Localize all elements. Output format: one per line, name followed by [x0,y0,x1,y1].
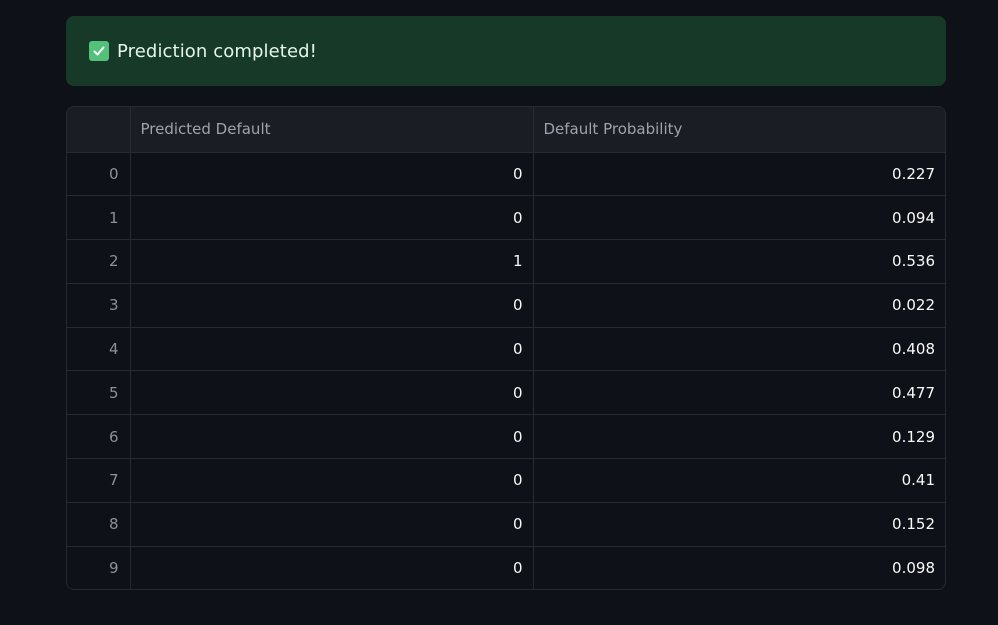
predicted-default-cell[interactable]: 0 [130,283,534,328]
table-row: 9 0 0.098 [67,546,945,589]
header-row: Predicted Default Default Probability [67,107,945,153]
row-index-cell[interactable]: 5 [67,370,131,416]
predicted-default-column-header[interactable]: Predicted Default [130,107,534,153]
predicted-default-cell[interactable]: 1 [130,239,534,284]
table-row: 4 0 0.408 [67,327,945,372]
table-row: 6 0 0.129 [67,414,945,460]
default-probability-cell[interactable]: 0.022 [533,283,945,328]
default-probability-column-header[interactable]: Default Probability [533,107,945,153]
default-probability-cell[interactable]: 0.536 [533,239,945,284]
table-row: 3 0 0.022 [67,283,945,328]
row-index-cell[interactable]: 0 [67,152,131,197]
data-grid: Predicted Default Default Probability 00… [67,107,945,589]
default-probability-cell[interactable]: 0.152 [533,502,945,547]
row-index-cell[interactable]: 7 [67,458,131,503]
predicted-default-cell[interactable]: 0 [130,502,534,547]
predicted-default-cell[interactable]: 0 [130,327,534,372]
table-row: 2 1 0.536 [67,239,945,284]
row-index-cell[interactable]: 6 [67,414,131,460]
row-index-cell[interactable]: 2 [67,239,131,284]
row-index-cell[interactable]: 1 [67,195,131,241]
default-probability-cell[interactable]: 0.41 [533,458,945,503]
default-probability-cell[interactable]: 0.477 [533,370,945,416]
check-mark-icon [89,41,109,61]
row-index-cell[interactable]: 4 [67,327,131,372]
alert-message: Prediction completed! [117,40,317,62]
predicted-default-cell[interactable]: 0 [130,370,534,416]
table-row: 7 0 0.41 [67,458,945,503]
default-probability-cell[interactable]: 0.408 [533,327,945,372]
table-row: 8 0 0.152 [67,502,945,547]
predicted-default-cell[interactable]: 0 [130,414,534,460]
default-probability-cell[interactable]: 0.129 [533,414,945,460]
success-alert: Prediction completed! [66,16,946,86]
table-row: 5 0 0.477 [67,370,945,416]
index-column-header[interactable] [67,107,131,153]
row-index-cell[interactable]: 8 [67,502,131,547]
table-row: 0 0 0.227 [67,152,945,197]
row-index-cell[interactable]: 9 [67,546,131,589]
predicted-default-cell[interactable]: 0 [130,195,534,241]
predicted-default-cell[interactable]: 0 [130,152,534,197]
row-index-cell[interactable]: 3 [67,283,131,328]
predicted-default-cell[interactable]: 0 [130,458,534,503]
default-probability-cell[interactable]: 0.227 [533,152,945,197]
predictions-table[interactable]: Predicted Default Default Probability 00… [66,106,946,590]
table-row: 1 0 0.094 [67,195,945,241]
predicted-default-cell[interactable]: 0 [130,546,534,589]
default-probability-cell[interactable]: 0.094 [533,195,945,241]
default-probability-cell[interactable]: 0.098 [533,546,945,589]
